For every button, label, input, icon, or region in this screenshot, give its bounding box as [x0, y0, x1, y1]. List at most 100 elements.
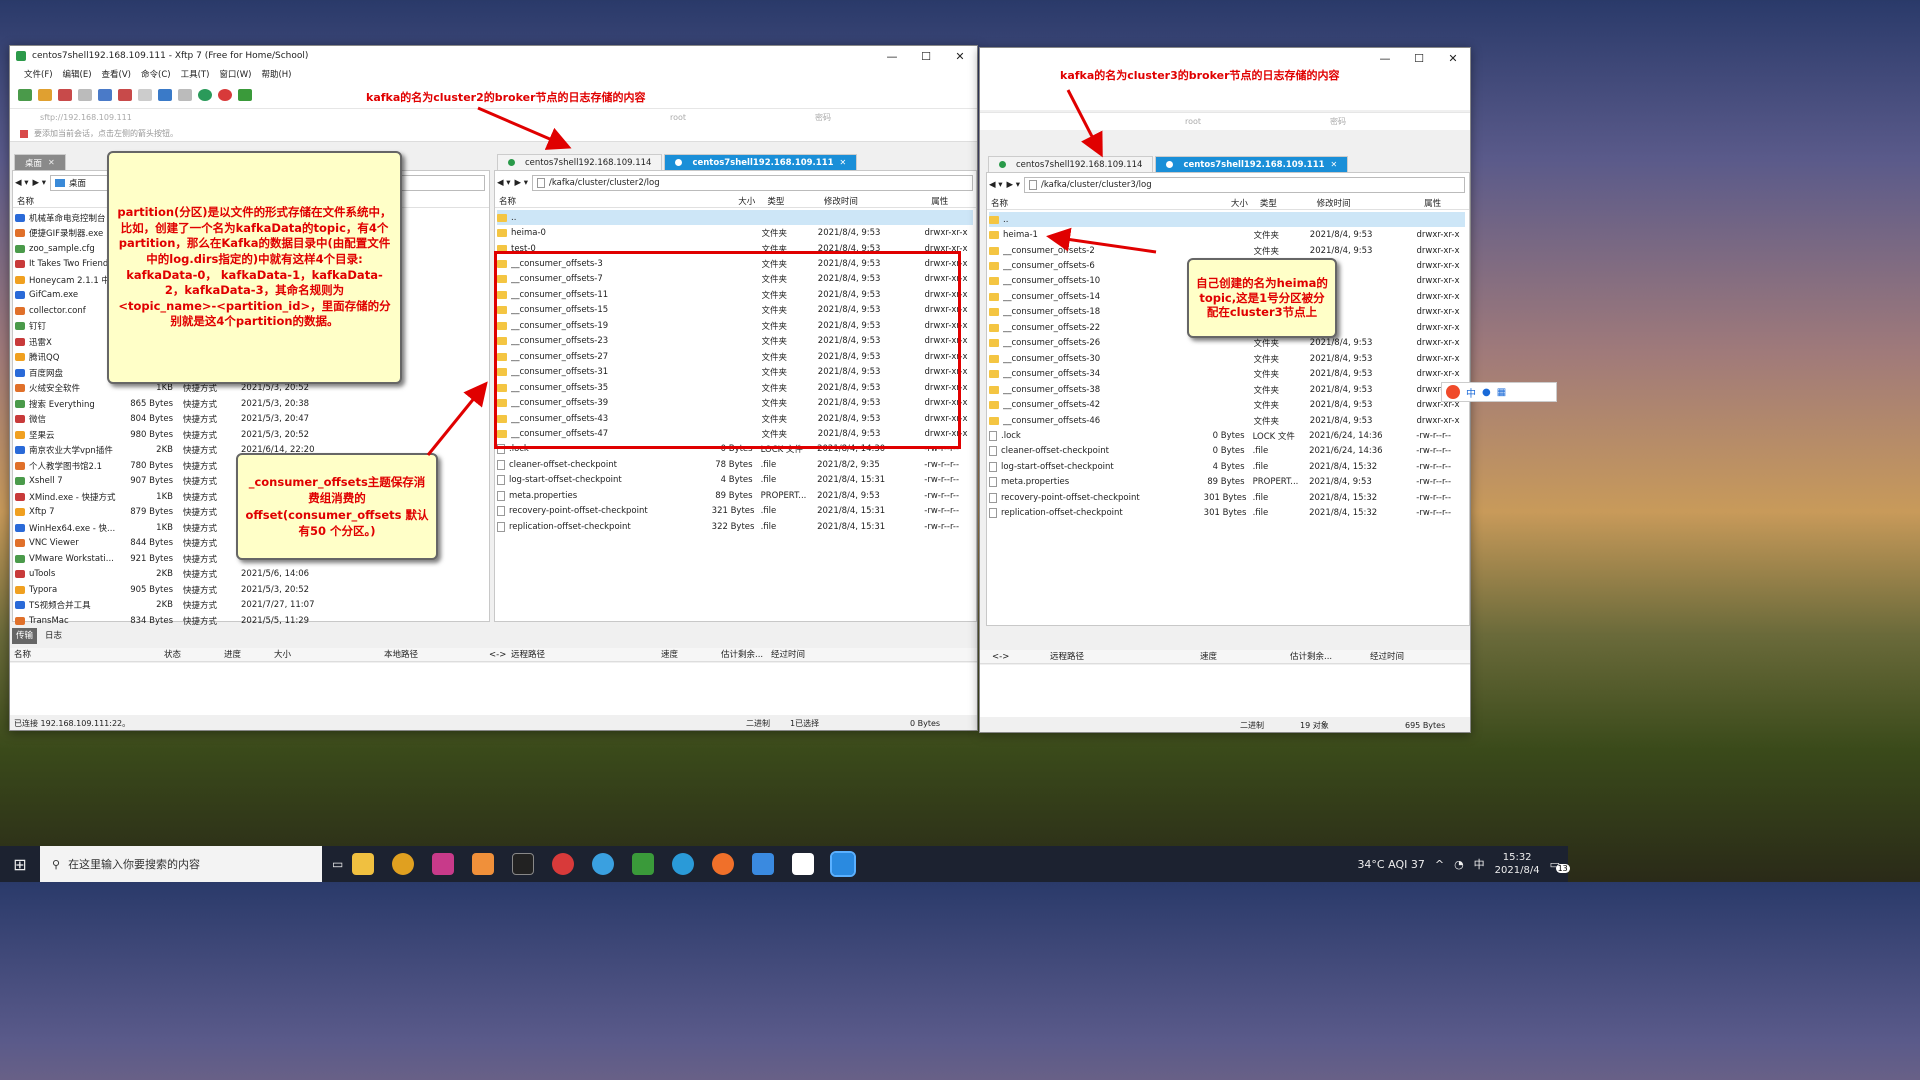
transfer-column[interactable]: 远程路径 [1038, 650, 1188, 662]
transfer-column[interactable]: 远程路径 [507, 648, 657, 660]
link-icon[interactable] [58, 89, 72, 101]
table-row[interactable]: __consumer_offsets-38 文件夹 2021/8/4, 9:53 dr… [989, 382, 1465, 397]
search-input[interactable]: 在这里输入你要搜索的内容 [68, 856, 200, 872]
column-header[interactable]: 名称 [987, 197, 1207, 209]
close-tab-icon[interactable]: ✕ [1331, 160, 1338, 169]
close-button[interactable]: ✕ [1436, 52, 1470, 65]
menu-item[interactable]: 窗口(W) [219, 68, 251, 80]
table-row[interactable]: __consumer_offsets-30 文件夹 2021/8/4, 9:53 dr… [989, 351, 1465, 366]
weather-text[interactable]: 34°C AQI 37 [1357, 858, 1424, 871]
tab-session-2[interactable]: centos7shell192.168.109.111 ✕ [664, 154, 858, 170]
edge-icon[interactable] [672, 853, 695, 875]
tab-desktop[interactable]: 桌面 ✕ [14, 154, 66, 170]
menu-item[interactable]: 帮助(H) [261, 68, 291, 80]
clock[interactable]: 15:32 2021/8/4 [1495, 851, 1540, 877]
menu-item[interactable]: 工具(T) [181, 68, 210, 80]
close-tab-icon[interactable]: ✕ [840, 158, 847, 167]
grid-icon[interactable]: ▦ [1497, 387, 1506, 398]
tab-session-1[interactable]: centos7shell192.168.109.114 [497, 154, 663, 170]
sublime-icon[interactable] [472, 853, 495, 875]
feishu-icon[interactable] [752, 853, 775, 875]
forward-icon[interactable]: ▶ ▾ [33, 178, 47, 188]
transfer-column[interactable]: 本地路径 [380, 648, 485, 660]
transfer-column[interactable]: 估计剩余... [1278, 650, 1358, 662]
xftp-icon[interactable] [238, 89, 252, 101]
file-explorer-icon[interactable] [352, 853, 375, 875]
list-item[interactable]: TS视频合并工具 2KB 快捷方式 2021/7/27, 11:07 [15, 598, 487, 613]
transfer-icon[interactable] [158, 89, 172, 101]
minimize-button[interactable]: — [1368, 52, 1402, 65]
title-bar[interactable]: centos7shell192.168.109.111 - Xftp 7 (Fr… [10, 46, 977, 66]
column-header[interactable]: 类型 [763, 195, 820, 207]
postman-icon[interactable] [712, 853, 735, 875]
stop-icon[interactable] [138, 89, 152, 101]
transfer-column[interactable]: 速度 [1188, 650, 1278, 662]
forward-icon[interactable]: ▶ ▾ [1007, 180, 1021, 190]
table-row[interactable]: .lock 0 Bytes LOCK 文件 2021/6/24, 14:36 -rw-r… [989, 428, 1465, 443]
title-bar[interactable]: — ☐ ✕ [980, 48, 1470, 68]
maximize-button[interactable]: ☐ [909, 50, 943, 63]
table-row[interactable]: replication-offset-checkpoint 322 Bytes .f… [497, 519, 973, 534]
intellij-icon[interactable] [432, 853, 455, 875]
task-view-icon[interactable]: ▭ [332, 857, 343, 871]
tab-session-2[interactable]: centos7shell192.168.109.111 ✕ [1155, 156, 1349, 172]
tab-transfer[interactable]: 传输 [12, 628, 38, 644]
table-row[interactable]: log-start-offset-checkpoint 4 Bytes .file 2… [989, 459, 1465, 474]
column-header[interactable]: 类型 [1256, 197, 1313, 209]
windows-start-icon[interactable]: ⊞ [0, 855, 40, 874]
minimize-button[interactable]: — [875, 50, 909, 63]
close-button[interactable]: ✕ [943, 50, 977, 63]
column-header[interactable]: 修改时间 [820, 195, 927, 207]
paint-icon[interactable] [592, 853, 615, 875]
view-icon[interactable] [118, 89, 132, 101]
table-row[interactable]: meta.properties 89 Bytes PROPERT... 2021/8/… [497, 488, 973, 503]
username-field[interactable]: root [670, 113, 815, 122]
column-header[interactable]: 大小 [1207, 197, 1256, 209]
wifi-icon[interactable]: ◔ [1454, 858, 1464, 871]
table-row[interactable]: recovery-point-offset-checkpoint 321 Byte… [497, 504, 973, 519]
column-header[interactable]: 名称 [495, 195, 714, 207]
chrome-icon[interactable] [392, 853, 415, 875]
menu-item[interactable]: 命令(C) [141, 68, 171, 80]
transfer-column[interactable]: <-> [485, 650, 507, 660]
copy-icon[interactable] [178, 89, 192, 101]
remote-path-input[interactable]: /kafka/cluster/cluster2/log [532, 175, 973, 191]
table-row[interactable]: heima-1 文件夹 2021/8/4, 9:53 drwxr-xr-x [989, 227, 1465, 242]
list-item[interactable]: 坚果云 980 Bytes 快捷方式 2021/5/3, 20:52 [15, 427, 487, 442]
transfer-column[interactable]: 大小 [270, 648, 380, 660]
list-item[interactable]: 搜索 Everything 865 Bytes 快捷方式 2021/5/3, 20:3… [15, 396, 487, 411]
xftp-icon[interactable] [632, 853, 655, 875]
transfer-column[interactable]: <-> [980, 652, 1038, 662]
column-header[interactable]: 属性 [927, 195, 976, 207]
table-row[interactable]: .. [989, 212, 1465, 228]
typora-icon[interactable] [792, 853, 815, 875]
new-session-icon[interactable] [18, 89, 32, 101]
list-item[interactable]: TransMac 834 Bytes 快捷方式 2021/5/5, 11:29 [15, 613, 487, 628]
address-input[interactable]: sftp://192.168.109.111 [10, 113, 670, 122]
transfer-column[interactable]: 名称 [10, 648, 160, 660]
ime-toolbar[interactable]: 中 ● ▦ [1441, 382, 1557, 402]
username-field[interactable]: root [1185, 117, 1330, 126]
transfer-column[interactable]: 进度 [220, 648, 270, 660]
table-row[interactable]: log-start-offset-checkpoint 4 Bytes .file 2… [497, 473, 973, 488]
chevron-up-icon[interactable]: ^ [1435, 858, 1444, 871]
remote-path-input[interactable]: /kafka/cluster/cluster3/log [1024, 177, 1465, 193]
refresh-icon[interactable] [98, 89, 112, 101]
table-row[interactable]: .. [497, 210, 973, 226]
menu-item[interactable]: 文件(F) [24, 68, 53, 80]
table-row[interactable]: cleaner-offset-checkpoint 0 Bytes .file 202… [989, 444, 1465, 459]
xshell-icon[interactable] [552, 853, 575, 875]
terminal-icon[interactable] [512, 853, 535, 875]
maximize-button[interactable]: ☐ [1402, 52, 1436, 65]
back-icon[interactable]: ◀ ▾ [989, 180, 1003, 190]
list-item[interactable]: uTools 2KB 快捷方式 2021/5/6, 14:06 [15, 567, 487, 582]
table-row[interactable]: cleaner-offset-checkpoint 78 Bytes .file 20… [497, 457, 973, 472]
mic-icon[interactable]: ● [1482, 387, 1491, 398]
list-item[interactable]: Typora 905 Bytes 快捷方式 2021/5/3, 20:52 [15, 582, 487, 597]
table-row[interactable]: __consumer_offsets-42 文件夹 2021/8/4, 9:53 dr… [989, 397, 1465, 412]
transfer-column[interactable]: 速度 [657, 648, 717, 660]
password-field[interactable]: 密码 [1330, 116, 1450, 127]
ime-lang[interactable]: 中 [1466, 385, 1476, 400]
table-row[interactable]: __consumer_offsets-46 文件夹 2021/8/4, 9:53 dr… [989, 413, 1465, 428]
table-row[interactable]: __consumer_offsets-34 文件夹 2021/8/4, 9:53 dr… [989, 367, 1465, 382]
